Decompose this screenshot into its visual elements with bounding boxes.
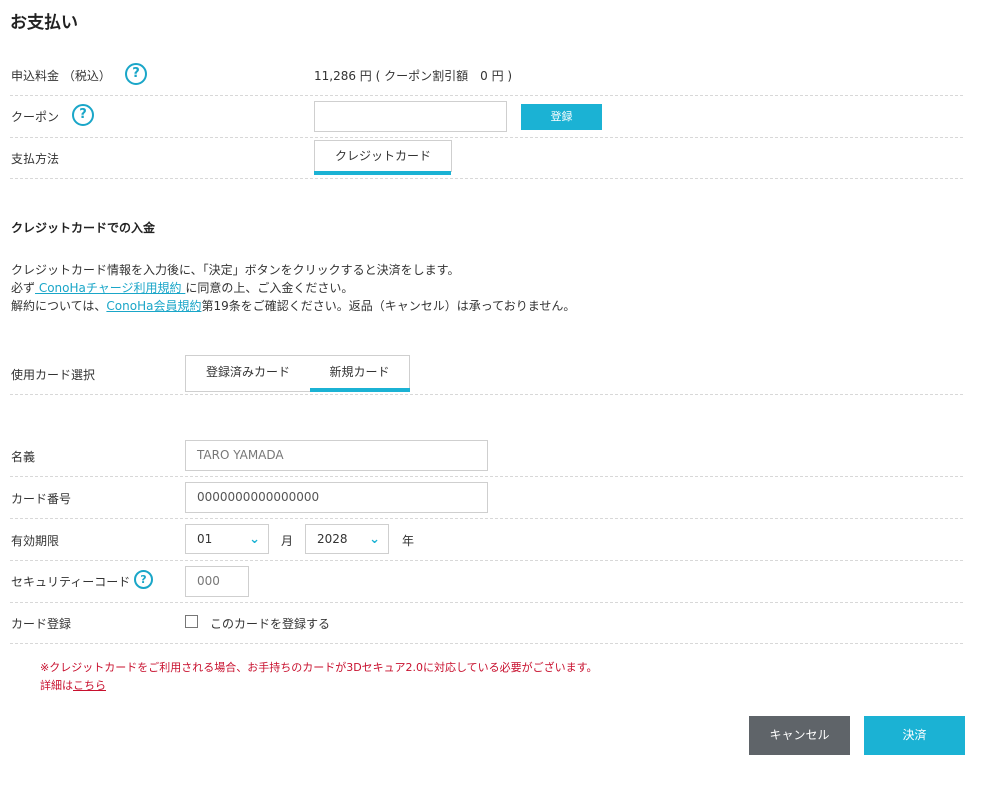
page-title: お支払い (10, 13, 78, 33)
divider (10, 137, 963, 138)
expiry-month-select[interactable]: 01 ⌄ (185, 524, 269, 554)
coupon-label: クーポン (11, 110, 60, 124)
divider (10, 476, 963, 477)
card-number-placeholder: 0000000000000000 (197, 490, 320, 504)
credit-instruction-line: クレジットカード情報を入力後に、「決定」ボタンをクリックすると決済をします。 (11, 263, 460, 277)
register-card-checkbox-label[interactable]: このカードを登録する (210, 615, 330, 632)
divider (10, 560, 963, 561)
credit-section-heading: クレジットカードでの入金 (11, 221, 156, 235)
coupon-input[interactable] (314, 101, 507, 132)
divider (10, 394, 963, 395)
year-unit: 年 (402, 534, 415, 548)
tab-active-indicator (310, 388, 410, 392)
tab-registered-card[interactable]: 登録済みカード (186, 356, 310, 391)
help-icon[interactable]: ? (125, 63, 147, 85)
tab-credit-card-label: クレジットカード (334, 149, 431, 163)
tab-credit-card[interactable]: クレジットカード (314, 140, 452, 172)
card-number-label: カード番号 (11, 492, 72, 506)
notice-details-link[interactable]: こちら (73, 679, 106, 692)
expiry-month-value: 01 (197, 532, 213, 546)
checkbox-icon[interactable] (185, 615, 198, 628)
help-icon[interactable]: ? (134, 570, 153, 589)
notice-3ds: ※クレジットカードをご利用される場合、お手持ちのカードが3Dセキュア2.0に対応… (40, 661, 598, 674)
security-code-placeholder: 000 (197, 574, 220, 588)
amount-label: 申込料金 （税込） (11, 69, 111, 83)
credit-terms-suffix: に同意の上、ご入金ください。 (185, 281, 354, 295)
notice-details-prefix: 詳細は (40, 679, 73, 692)
payment-method-label: 支払方法 (11, 152, 60, 166)
expiry-year-select[interactable]: 2028 ⌄ (305, 524, 389, 554)
help-icon[interactable]: ? (72, 104, 94, 126)
cancellation-line: 解約については、ConoHa会員規約第19条をご確認ください。返品（キャンセル）… (11, 297, 575, 314)
tab-active-indicator (314, 171, 451, 175)
expiry-label: 有効期限 (11, 534, 60, 548)
credit-terms-line: 必ず ConoHaチャージ利用規約 に同意の上、ご入金ください。 (11, 279, 353, 296)
name-label: 名義 (11, 450, 36, 464)
notice-details: 詳細はこちら (40, 677, 106, 693)
cancellation-suffix: 第19条をご確認ください。返品（キャンセル）は承っておりません。 (201, 299, 576, 313)
coupon-register-button[interactable]: 登録 (521, 104, 602, 130)
name-input[interactable]: TARO YAMADA (185, 440, 488, 471)
security-code-input[interactable]: 000 (185, 566, 249, 597)
month-unit: 月 (281, 534, 294, 548)
chevron-down-icon: ⌄ (369, 532, 380, 547)
security-code-label: セキュリティーコード (11, 575, 131, 589)
card-select-tabs: 登録済みカード 新規カード (185, 355, 410, 392)
divider (10, 95, 963, 96)
divider (10, 602, 963, 603)
conoha-charge-terms-link[interactable]: ConoHaチャージ利用規約 (35, 281, 185, 295)
divider (10, 178, 963, 179)
cancellation-prefix: 解約については、 (11, 299, 107, 313)
conoha-member-terms-link[interactable]: ConoHa会員規約 (106, 299, 201, 313)
card-number-input[interactable]: 0000000000000000 (185, 482, 488, 513)
expiry-year-value: 2028 (317, 532, 348, 546)
cancel-button[interactable]: キャンセル (749, 716, 850, 755)
credit-terms-prefix: 必ず (11, 281, 36, 295)
card-select-label: 使用カード選択 (11, 368, 96, 382)
tab-new-card[interactable]: 新規カード (310, 356, 409, 391)
amount-value: 11,286 円 ( クーポン割引額 0 円 ) (314, 69, 513, 83)
name-placeholder: TARO YAMADA (197, 448, 284, 462)
divider (10, 643, 963, 644)
chevron-down-icon: ⌄ (249, 532, 260, 547)
divider (10, 518, 963, 519)
card-register-label: カード登録 (11, 617, 72, 631)
submit-payment-button[interactable]: 決済 (864, 716, 965, 755)
